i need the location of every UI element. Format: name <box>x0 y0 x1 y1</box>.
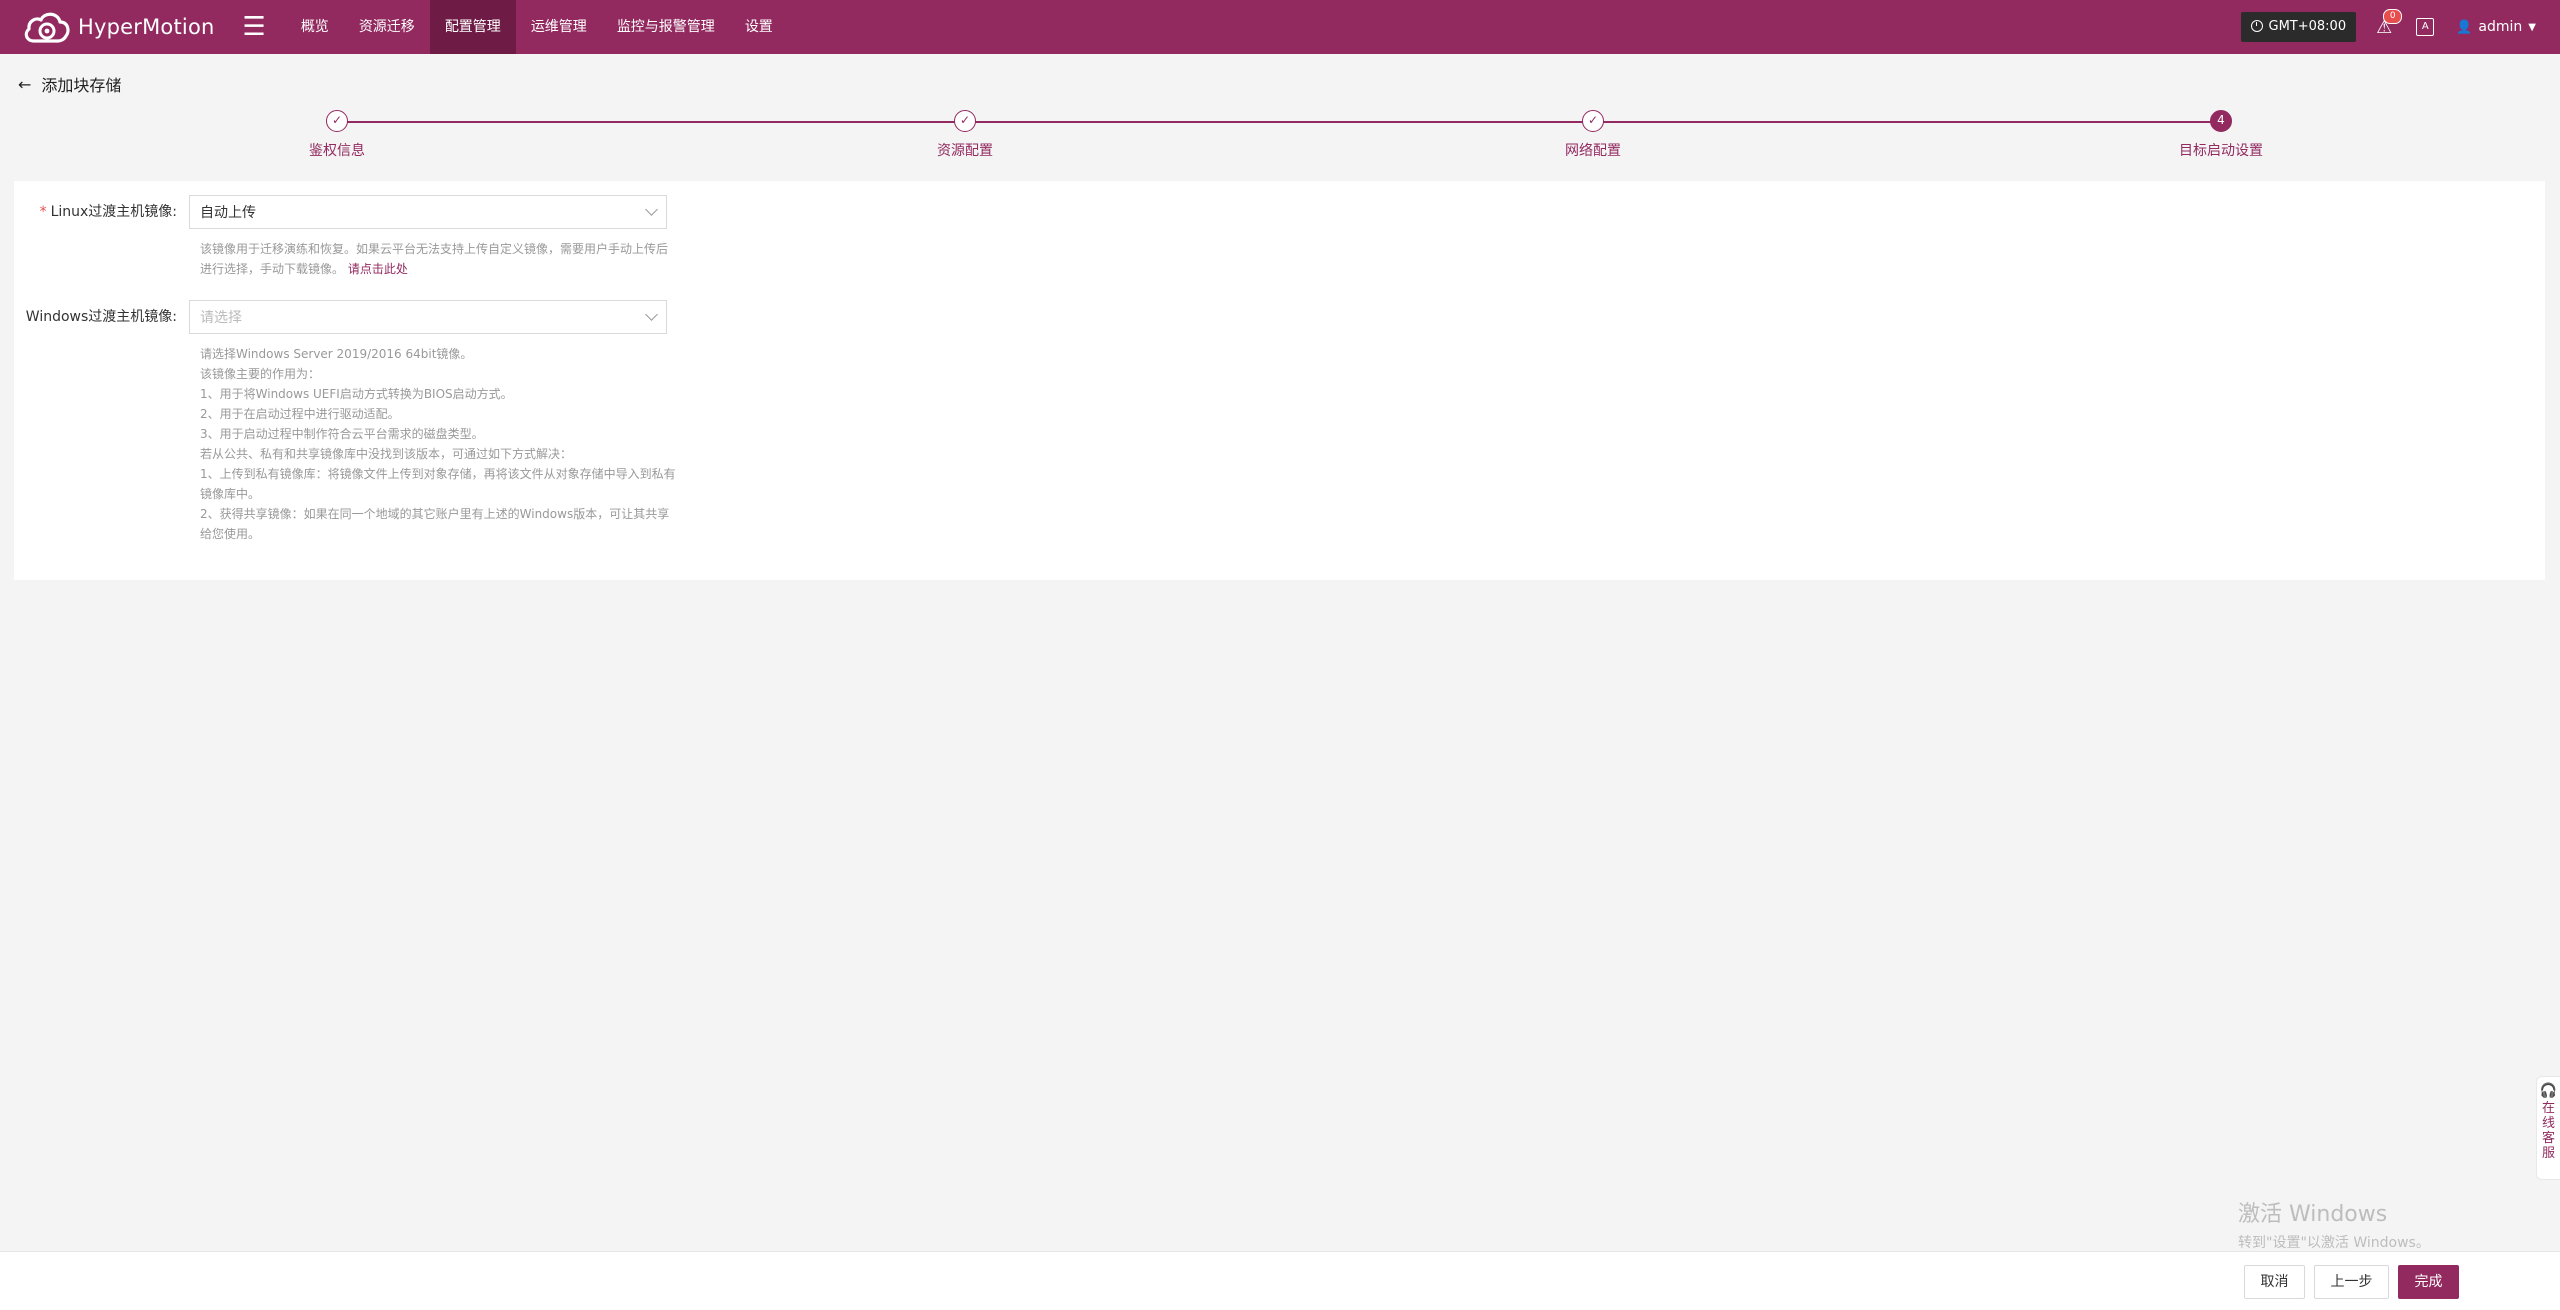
windows-activation-watermark: 激活 Windows 转到"设置"以激活 Windows。 <box>2238 1196 2430 1252</box>
step-number: 4 <box>2210 110 2232 132</box>
nav-item-monitoring[interactable]: 监控与报警管理 <box>602 0 730 54</box>
language-icon[interactable]: A <box>2416 18 2434 36</box>
online-service-tab[interactable]: 🎧 在线客服 <box>2536 1076 2560 1180</box>
logo[interactable]: HyperMotion <box>22 7 215 47</box>
chevron-down-icon <box>645 203 658 216</box>
linux-image-help-text: 该镜像用于迁移演练和恢复。如果云平台无法支持上传自定义镜像，需要用户手动上传后进… <box>200 242 668 276</box>
alert-count-badge: 0 <box>2383 9 2402 24</box>
alert-bell[interactable]: ⚠ 0 <box>2376 17 2392 38</box>
page-header: ← 添加块存储 <box>18 72 121 96</box>
watermark-line-1: 激活 Windows <box>2238 1196 2430 1228</box>
user-menu[interactable]: 👤 admin ▼ <box>2456 19 2536 35</box>
check-icon: ✓ <box>326 110 348 132</box>
step-label: 鉴权信息 <box>237 140 437 160</box>
step-3: ✓ 网络配置 <box>1493 108 1693 160</box>
step-label: 网络配置 <box>1493 140 1693 160</box>
top-navigation-bar: HyperMotion ☰ 概览 资源迁移 配置管理 运维管理 监控与报警管理 … <box>0 0 2560 54</box>
help-line: 该镜像主要的作用为： <box>200 364 678 384</box>
check-icon: ✓ <box>1582 110 1604 132</box>
user-icon: 👤 <box>2456 20 2472 35</box>
app-name: HyperMotion <box>78 15 215 39</box>
linux-image-help: 该镜像用于迁移演练和恢复。如果云平台无法支持上传自定义镜像，需要用户手动上传后进… <box>200 239 678 279</box>
step-progress-line <box>337 121 2221 123</box>
top-right-tools: GMT+08:00 ⚠ 0 A 👤 admin ▼ <box>2241 0 2560 54</box>
previous-step-button[interactable]: 上一步 <box>2314 1265 2389 1299</box>
timezone-label: GMT+08:00 <box>2269 19 2347 34</box>
linux-image-label: *Linux过渡主机镜像: <box>14 195 189 229</box>
nav-item-settings[interactable]: 设置 <box>730 0 788 54</box>
username: admin <box>2478 19 2522 35</box>
step-1: ✓ 鉴权信息 <box>237 108 437 160</box>
timezone-button[interactable]: GMT+08:00 <box>2241 12 2357 42</box>
main-nav: 概览 资源迁移 配置管理 运维管理 监控与报警管理 设置 <box>286 0 788 54</box>
linux-image-select[interactable]: 自动上传 <box>189 195 667 229</box>
chevron-down-icon <box>645 308 658 321</box>
linux-image-value: 自动上传 <box>200 202 256 222</box>
step-label: 资源配置 <box>865 140 1065 160</box>
chevron-down-icon: ▼ <box>2528 22 2536 33</box>
nav-item-config[interactable]: 配置管理 <box>430 0 516 54</box>
watermark-line-2: 转到"设置"以激活 Windows。 <box>2238 1232 2430 1252</box>
headset-icon: 🎧 <box>2537 1083 2560 1099</box>
help-line: 3、用于启动过程中制作符合云平台需求的磁盘类型。 <box>200 424 678 444</box>
clock-icon <box>2251 20 2263 32</box>
help-line: 请选择Windows Server 2019/2016 64bit镜像。 <box>200 344 678 364</box>
finish-button[interactable]: 完成 <box>2398 1265 2459 1299</box>
nav-item-ops[interactable]: 运维管理 <box>516 0 602 54</box>
back-arrow-icon[interactable]: ← <box>18 75 31 94</box>
windows-image-placeholder: 请选择 <box>200 307 242 327</box>
help-line: 2、用于在启动过程中进行驱动适配。 <box>200 404 678 424</box>
step-label: 目标启动设置 <box>2121 140 2321 160</box>
form-card: *Linux过渡主机镜像: 自动上传 该镜像用于迁移演练和恢复。如果云平台无法支… <box>14 181 2545 580</box>
windows-image-select[interactable]: 请选择 <box>189 300 667 334</box>
step-4: 4 目标启动设置 <box>2121 108 2321 160</box>
linux-image-label-text: Linux过渡主机镜像: <box>51 204 177 220</box>
step-2: ✓ 资源配置 <box>865 108 1065 160</box>
nav-item-migration[interactable]: 资源迁移 <box>344 0 430 54</box>
online-service-label: 在线客服 <box>2537 1101 2560 1161</box>
help-line: 1、用于将Windows UEFI启动方式转换为BIOS启动方式。 <box>200 384 678 404</box>
check-icon: ✓ <box>954 110 976 132</box>
help-line: 2、获得共享镜像：如果在同一个地域的其它账户里有上述的Windows版本，可让其… <box>200 504 678 544</box>
windows-image-help: 请选择Windows Server 2019/2016 64bit镜像。 该镜像… <box>200 344 678 544</box>
page-title: 添加块存储 <box>41 72 121 96</box>
windows-image-label: Windows过渡主机镜像: <box>14 300 189 334</box>
nav-item-overview[interactable]: 概览 <box>286 0 344 54</box>
footer-bar: 取消 上一步 完成 <box>0 1251 2560 1310</box>
windows-image-row: Windows过渡主机镜像: 请选择 <box>14 300 667 334</box>
linux-image-help-link[interactable]: 请点击此处 <box>348 262 408 276</box>
cloud-logo-icon <box>22 7 72 47</box>
cancel-button[interactable]: 取消 <box>2244 1265 2305 1299</box>
wizard-steps: ✓ 鉴权信息 ✓ 资源配置 ✓ 网络配置 4 目标启动设置 <box>0 108 2560 168</box>
linux-image-row: *Linux过渡主机镜像: 自动上传 <box>14 195 667 229</box>
help-line: 1、上传到私有镜像库：将镜像文件上传到对象存储，再将该文件从对象存储中导入到私有… <box>200 464 678 504</box>
help-line: 若从公共、私有和共享镜像库中没找到该版本，可通过如下方式解决： <box>200 444 678 464</box>
required-mark: * <box>40 204 47 220</box>
menu-toggle-icon[interactable]: ☰ <box>243 14 266 40</box>
